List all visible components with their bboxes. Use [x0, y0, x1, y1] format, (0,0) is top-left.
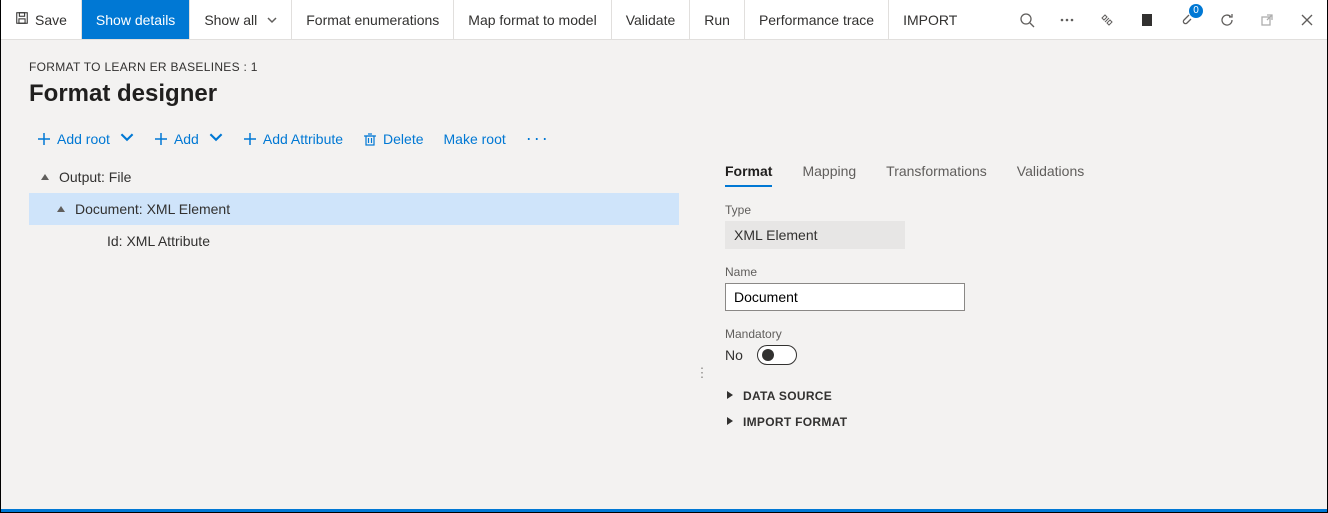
format-enumerations-button[interactable]: Format enumerations: [292, 0, 454, 39]
refresh-icon: [1219, 12, 1235, 28]
mandatory-value: No: [725, 347, 743, 363]
format-tree: Output: File Document: XML Element Id: X…: [29, 161, 679, 257]
chevron-down-icon: [209, 130, 223, 147]
link-button[interactable]: [1087, 0, 1127, 39]
tree-node-id[interactable]: Id: XML Attribute: [29, 225, 679, 257]
map-format-button[interactable]: Map format to model: [454, 0, 611, 39]
add-attribute-button[interactable]: Add Attribute: [235, 127, 351, 151]
close-button[interactable]: [1287, 0, 1327, 39]
plus-icon: [37, 132, 51, 146]
save-icon: [15, 11, 29, 28]
type-label: Type: [725, 203, 1299, 217]
add-button[interactable]: Add: [146, 126, 231, 151]
chevron-down-icon: [120, 130, 134, 147]
name-input[interactable]: [725, 283, 965, 311]
trash-icon: [363, 132, 377, 146]
show-details-button[interactable]: Show details: [82, 0, 190, 39]
mandatory-toggle[interactable]: [757, 345, 797, 365]
appbar-spacer: [971, 0, 1007, 39]
make-root-label: Make root: [444, 131, 506, 147]
tree-node-output[interactable]: Output: File: [29, 161, 679, 193]
save-label: Save: [35, 12, 67, 28]
tree-node-label: Output: File: [59, 169, 131, 185]
add-root-label: Add root: [57, 131, 110, 147]
collapse-icon[interactable]: [53, 201, 69, 217]
ellipsis-icon: [1059, 12, 1075, 28]
show-details-label: Show details: [96, 12, 175, 28]
add-label: Add: [174, 131, 199, 147]
plus-icon: [154, 132, 168, 146]
detail-tabs: Format Mapping Transformations Validatio…: [725, 161, 1299, 187]
columns: Output: File Document: XML Element Id: X…: [29, 161, 1299, 435]
delete-button[interactable]: Delete: [355, 127, 431, 151]
details-panel: Format Mapping Transformations Validatio…: [725, 161, 1299, 435]
section-label: IMPORT FORMAT: [743, 415, 847, 429]
show-all-label: Show all: [204, 12, 257, 28]
refresh-button[interactable]: [1207, 0, 1247, 39]
performance-trace-button[interactable]: Performance trace: [745, 0, 889, 39]
type-field: Type XML Element: [725, 203, 1299, 249]
toggle-knob: [762, 349, 774, 361]
breadcrumb: FORMAT TO LEARN ER BASELINES : 1: [29, 60, 1299, 74]
mandatory-label: Mandatory: [725, 327, 1299, 341]
tab-validations[interactable]: Validations: [1017, 161, 1084, 187]
popout-button[interactable]: [1247, 0, 1287, 39]
tab-mapping[interactable]: Mapping: [802, 161, 856, 187]
tree-node-label: Id: XML Attribute: [107, 233, 210, 249]
plus-icon: [243, 132, 257, 146]
close-icon: [1299, 12, 1315, 28]
type-value: XML Element: [725, 221, 905, 249]
tab-transformations[interactable]: Transformations: [886, 161, 987, 187]
tree-node-label: Document: XML Element: [75, 201, 230, 217]
validate-label: Validate: [626, 12, 676, 28]
tree-node-document[interactable]: Document: XML Element: [29, 193, 679, 225]
overflow-button[interactable]: [1047, 0, 1087, 39]
notifications-badge: 0: [1189, 4, 1203, 18]
format-enumerations-label: Format enumerations: [306, 12, 439, 28]
chevron-down-icon: [267, 12, 277, 28]
add-attribute-label: Add Attribute: [263, 131, 343, 147]
import-button[interactable]: IMPORT: [889, 0, 971, 39]
collapse-icon[interactable]: [37, 169, 53, 185]
actions-overflow[interactable]: ···: [518, 128, 558, 149]
expand-icon: [725, 389, 735, 403]
section-import-format[interactable]: IMPORT FORMAT: [725, 409, 1299, 435]
expand-icon: [725, 415, 735, 429]
show-all-button[interactable]: Show all: [190, 0, 292, 39]
map-format-label: Map format to model: [468, 12, 596, 28]
mandatory-field: Mandatory No: [725, 327, 1299, 365]
section-data-source[interactable]: DATA SOURCE: [725, 383, 1299, 409]
delete-label: Delete: [383, 131, 423, 147]
page-title: Format designer: [29, 80, 1299, 108]
name-field: Name: [725, 265, 1299, 311]
popout-icon: [1259, 12, 1275, 28]
office-icon: [1139, 12, 1155, 28]
import-label: IMPORT: [903, 12, 957, 28]
link-icon: [1099, 12, 1115, 28]
validate-button[interactable]: Validate: [612, 0, 691, 39]
page-body: FORMAT TO LEARN ER BASELINES : 1 Format …: [1, 40, 1327, 512]
run-button[interactable]: Run: [690, 0, 745, 39]
office-button[interactable]: [1127, 0, 1167, 39]
add-root-button[interactable]: Add root: [29, 126, 142, 151]
action-bar: Add root Add Add Attribute Delete Make r…: [29, 126, 1299, 151]
name-label: Name: [725, 265, 1299, 279]
search-button[interactable]: [1007, 0, 1047, 39]
tab-format[interactable]: Format: [725, 161, 772, 187]
section-label: DATA SOURCE: [743, 389, 832, 403]
search-icon: [1019, 12, 1035, 28]
run-label: Run: [704, 12, 730, 28]
split-handle[interactable]: ⋮: [695, 161, 709, 435]
make-root-button[interactable]: Make root: [436, 127, 514, 151]
performance-trace-label: Performance trace: [759, 12, 874, 28]
app-bar: Save Show details Show all Format enumer…: [1, 0, 1327, 40]
notifications-button[interactable]: 0: [1167, 0, 1207, 39]
save-button[interactable]: Save: [1, 0, 82, 39]
